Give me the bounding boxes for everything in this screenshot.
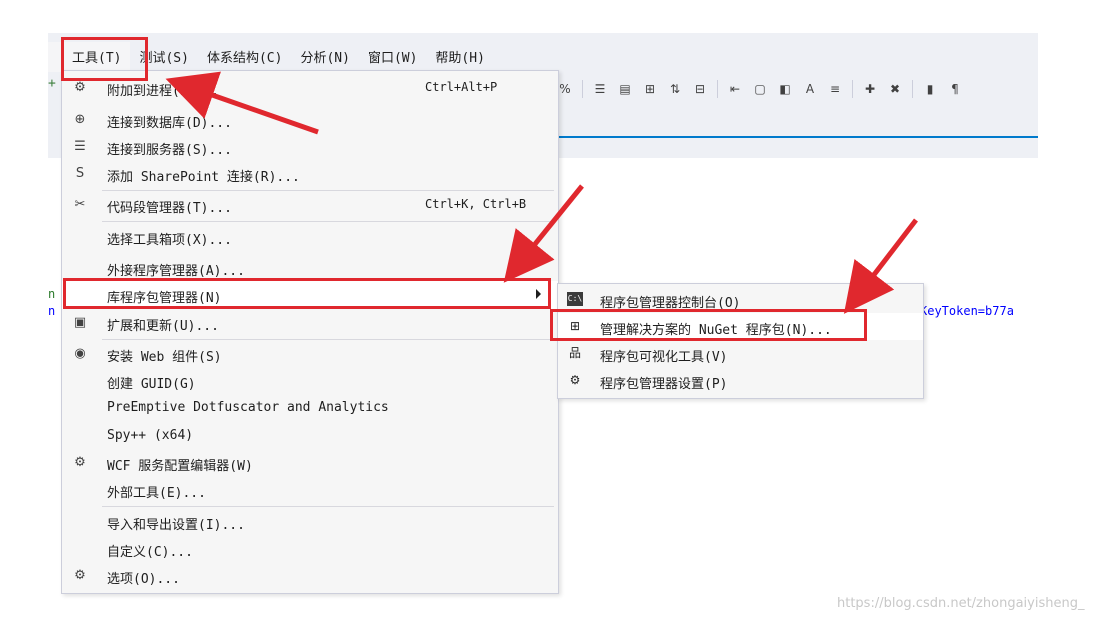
arrow-to-nuget	[843, 218, 918, 314]
arrow-to-tools	[165, 71, 319, 135]
annotation-arrows	[165, 71, 918, 314]
arrow-to-package-manager	[503, 184, 584, 283]
watermark: https://blog.csdn.net/zhongaiyisheng_	[837, 596, 1085, 611]
